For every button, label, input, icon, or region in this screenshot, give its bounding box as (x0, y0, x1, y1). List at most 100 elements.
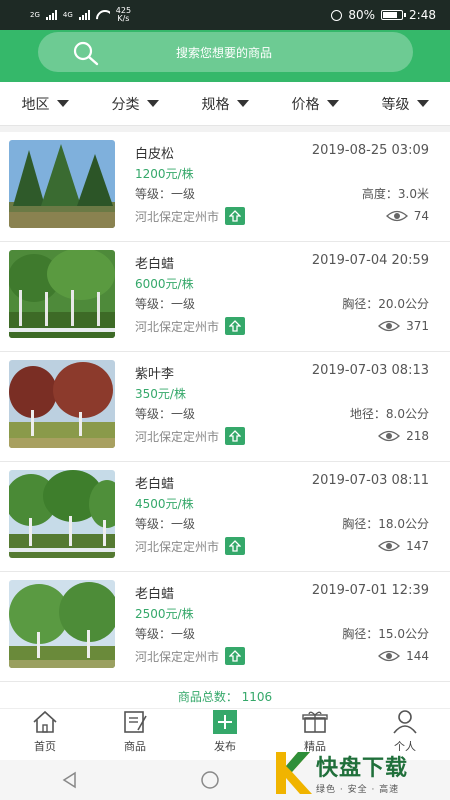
eye-icon (385, 210, 408, 222)
caret-down-icon (416, 100, 429, 107)
goods-icon (124, 711, 147, 733)
product-item[interactable]: 老白蜡 2019-07-04 20:59 6000元/株 等级：一级 胸径：20… (0, 242, 450, 352)
arrow-up-icon[interactable] (225, 647, 246, 665)
tab-publish[interactable]: 发布 (180, 709, 270, 760)
battery-percent: 80% (348, 8, 376, 22)
status-left: 2G 4G 425 K/s (30, 7, 131, 23)
network-speed: 425 K/s (116, 7, 131, 23)
eye-icon (378, 320, 401, 332)
caret-down-icon (236, 100, 249, 107)
back-icon[interactable] (61, 771, 79, 789)
product-name: 紫叶李 (135, 367, 175, 382)
product-spec: 地径：8.0公分 (349, 407, 429, 421)
clock: 2:48 (409, 8, 436, 22)
location-text: 河北保定定州市 (135, 539, 220, 554)
product-views: 218 (378, 429, 429, 443)
location-text: 河北保定定州市 (135, 209, 220, 224)
filter-spec[interactable]: 规格 (180, 82, 270, 125)
alarm-icon (331, 9, 343, 21)
product-grade: 等级：一级 (135, 187, 196, 201)
watermark-brand: 快盘下载 (316, 756, 409, 781)
product-thumbnail[interactable] (9, 140, 115, 228)
home-icon (33, 710, 57, 733)
product-price: 2500元/株 (135, 607, 194, 621)
product-price: 6000元/株 (135, 277, 194, 291)
product-list: 白皮松 2019-08-25 03:09 1200元/株 等级：一级 高度：3.… (0, 132, 450, 682)
publish-icon (213, 710, 237, 734)
product-price: 350元/株 (135, 387, 186, 401)
product-name: 老白蜡 (135, 257, 175, 272)
product-item[interactable]: 紫叶李 2019-07-03 08:13 350元/株 等级：一级 地径：8.0… (0, 352, 450, 462)
product-location: 河北保定定州市 (135, 537, 246, 555)
product-price: 1200元/株 (135, 167, 194, 181)
product-name: 老白蜡 (135, 587, 175, 602)
arrow-up-icon[interactable] (225, 427, 246, 445)
watermark-slogan: 绿色 · 安全 · 高速 (316, 785, 400, 795)
filter-bar: 地区 分类 规格 价格 等级 (0, 82, 450, 126)
product-grade: 等级：一级 (135, 297, 196, 311)
product-grade: 等级：一级 (135, 517, 196, 531)
filter-region[interactable]: 地区 (0, 82, 90, 125)
arrow-up-icon[interactable] (225, 207, 246, 225)
signal-label-1: 2G (30, 10, 40, 19)
product-price: 4500元/株 (135, 497, 194, 511)
product-thumbnail[interactable] (9, 360, 115, 448)
tab-home[interactable]: 首页 (0, 709, 90, 760)
views-count: 147 (406, 539, 429, 553)
filter-label: 价格 (291, 96, 320, 113)
product-date: 2019-07-04 20:59 (311, 253, 429, 268)
tab-goods[interactable]: 商品 (90, 709, 180, 760)
filter-category[interactable]: 分类 (90, 82, 180, 125)
product-grade: 等级：一级 (135, 407, 196, 421)
network-speed-unit: K/s (117, 14, 130, 23)
product-spec: 胸径：20.0公分 (342, 297, 429, 311)
product-thumbnail[interactable] (9, 250, 115, 338)
signal-bars-icon (45, 10, 57, 20)
eye-icon (378, 430, 401, 442)
product-spec: 高度：3.0米 (361, 187, 429, 201)
signal-label-2: 4G (62, 10, 73, 19)
product-views: 144 (378, 649, 429, 663)
product-thumbnail[interactable] (9, 580, 115, 668)
gift-icon (302, 711, 328, 733)
home-circle-icon[interactable] (200, 770, 220, 790)
filter-grade[interactable]: 等级 (360, 82, 450, 125)
filter-label: 地区 (21, 96, 50, 113)
search-input[interactable]: 搜索您想要的商品 (176, 44, 272, 61)
product-item[interactable]: 老白蜡 2019-07-01 12:39 2500元/株 等级：一级 胸径：15… (0, 572, 450, 682)
watermark-logo: 快盘下载 绿色 · 安全 · 高速 (272, 745, 450, 800)
caret-down-icon (326, 100, 339, 107)
search-bar[interactable]: 搜索您想要的商品 (38, 32, 413, 72)
search-icon[interactable] (72, 40, 100, 66)
product-total: 商品总数： 1106 (177, 690, 273, 704)
product-name: 老白蜡 (135, 477, 175, 492)
caret-down-icon (146, 100, 159, 107)
views-count: 371 (406, 319, 429, 333)
eye-icon (378, 650, 401, 662)
views-count: 218 (406, 429, 429, 443)
wifi-icon (96, 10, 110, 20)
header: 搜索您想要的商品 (0, 30, 450, 82)
product-location: 河北保定定州市 (135, 207, 246, 225)
product-name: 白皮松 (135, 147, 175, 162)
k-logo-icon (276, 751, 312, 794)
eye-icon (378, 540, 401, 552)
product-item[interactable]: 白皮松 2019-08-25 03:09 1200元/株 等级：一级 高度：3.… (0, 132, 450, 242)
product-location: 河北保定定州市 (135, 647, 246, 665)
filter-price[interactable]: 价格 (270, 82, 360, 125)
battery-icon (381, 10, 407, 20)
product-thumbnail[interactable] (9, 470, 115, 558)
filter-label: 规格 (201, 96, 230, 113)
product-date: 2019-07-03 08:13 (311, 363, 429, 378)
signal-bars-icon (78, 10, 90, 20)
filter-label: 分类 (111, 96, 140, 113)
product-views: 74 (385, 209, 429, 223)
arrow-up-icon[interactable] (225, 537, 246, 555)
product-spec: 胸径：18.0公分 (342, 517, 429, 531)
product-views: 147 (378, 539, 429, 553)
arrow-up-icon[interactable] (225, 317, 246, 335)
product-spec: 胸径：15.0公分 (342, 627, 429, 641)
product-location: 河北保定定州市 (135, 427, 246, 445)
product-item[interactable]: 老白蜡 2019-07-03 08:11 4500元/株 等级：一级 胸径：18… (0, 462, 450, 572)
product-grade: 等级：一级 (135, 627, 196, 641)
